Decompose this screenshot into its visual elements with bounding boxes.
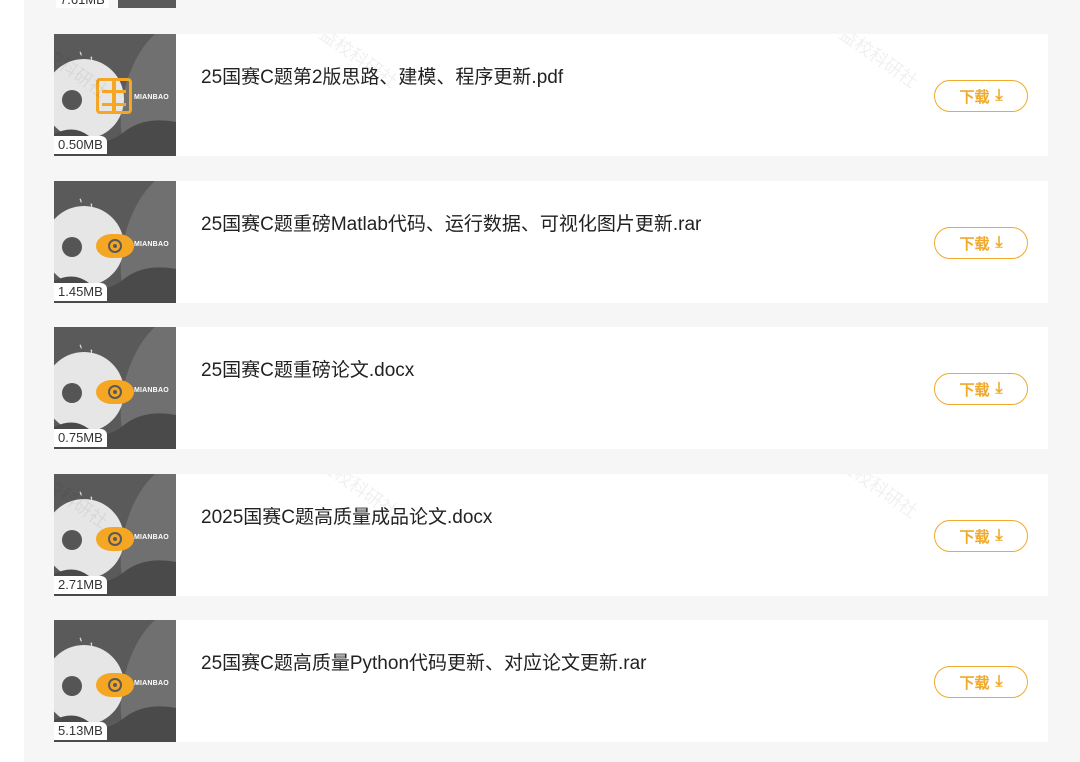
download-button[interactable]: 下载 ⤓ (934, 520, 1028, 552)
file-size: 0.75MB (54, 429, 107, 447)
download-button[interactable]: 下载 ⤓ (934, 373, 1028, 405)
file-title[interactable]: 25国赛C题重磅Matlab代码、运行数据、可视化图片更新.rar (201, 209, 701, 236)
file-title[interactable]: 25国赛C题高质量Python代码更新、对应论文更新.rar (201, 648, 647, 675)
file-thumbnail: ' , MIANBAO 0.50MB (54, 34, 176, 156)
download-button[interactable]: 下载 ⤓ (934, 666, 1028, 698)
download-button[interactable]: 下载 ⤓ (934, 227, 1028, 259)
eye-icon (96, 527, 134, 551)
brand-label: MIANBAO (134, 94, 169, 101)
file-thumbnail: ' , MIANBAO 0.75MB (54, 327, 176, 449)
download-button[interactable]: 下载 ⤓ (934, 80, 1028, 112)
file-title[interactable]: 2025国赛C题高质量成品论文.docx (201, 502, 492, 529)
brand-label: MIANBAO (134, 680, 169, 687)
download-arrow-icon: ⤓ (995, 673, 1003, 690)
file-size: 2.71MB (54, 576, 107, 594)
download-arrow-icon: ⤓ (995, 234, 1003, 251)
brand-label: MIANBAO (134, 534, 169, 541)
previous-item-thumbnail (118, 0, 176, 8)
file-card[interactable]: ' , MIANBAO 0.50MB 25国赛C题第2版思路、建模、程序更新.p… (54, 34, 1048, 156)
file-size: 0.50MB (54, 136, 107, 154)
book-icon (96, 78, 132, 114)
eye-icon (96, 234, 134, 258)
download-arrow-icon: ⤓ (995, 527, 1003, 544)
file-thumbnail: ' , MIANBAO 2.71MB (54, 474, 176, 596)
file-card[interactable]: ' , MIANBAO 5.13MB 25国赛C题高质量Python代码更新、对… (54, 620, 1048, 742)
file-card[interactable]: ' , MIANBAO 0.75MB 25国赛C题重磅论文.docx 下载 ⤓ (54, 327, 1048, 449)
file-card[interactable]: ' , MIANBAO 1.45MB 25国赛C题重磅Matlab代码、运行数据… (54, 181, 1048, 303)
download-arrow-icon: ⤓ (995, 380, 1003, 397)
file-title[interactable]: 25国赛C题重磅论文.docx (201, 355, 414, 382)
eye-icon (96, 673, 134, 697)
file-thumbnail: ' , MIANBAO 1.45MB (54, 181, 176, 303)
eye-icon (96, 380, 134, 404)
download-arrow-icon: ⤓ (995, 87, 1003, 104)
brand-label: MIANBAO (134, 241, 169, 248)
file-card[interactable]: ' , MIANBAO 2.71MB 2025国赛C题高质量成品论文.docx … (54, 474, 1048, 596)
previous-item-size: 7.61MB (56, 0, 109, 8)
file-title[interactable]: 25国赛C题第2版思路、建模、程序更新.pdf (201, 62, 563, 89)
file-size: 1.45MB (54, 283, 107, 301)
brand-label: MIANBAO (134, 387, 169, 394)
file-size: 5.13MB (54, 722, 107, 740)
file-thumbnail: ' , MIANBAO 5.13MB (54, 620, 176, 742)
